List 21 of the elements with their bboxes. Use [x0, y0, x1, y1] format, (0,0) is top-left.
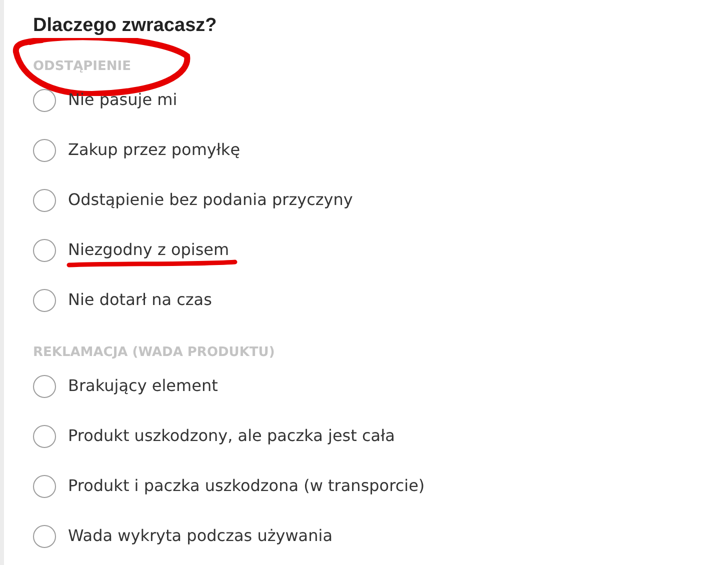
radio-button[interactable]	[33, 288, 56, 312]
option-label[interactable]: Nie dotarł na czas	[68, 290, 212, 309]
radio-button[interactable]	[33, 524, 56, 548]
radio-button[interactable]	[33, 424, 56, 448]
radio-button[interactable]	[33, 474, 56, 498]
radio-button[interactable]	[33, 138, 56, 162]
option-label[interactable]: Zakup przez pomyłkę	[68, 140, 240, 159]
option-label[interactable]: Produkt uszkodzony, ale paczka jest cała	[68, 426, 395, 445]
section-heading: ODSTĄPIENIE	[33, 58, 131, 76]
option-label[interactable]: Produkt i paczka uszkodzona (w transporcie)	[68, 476, 425, 495]
option-label[interactable]: Brakujący element	[68, 376, 218, 395]
option-label[interactable]: Nie pasuje mi	[68, 90, 178, 109]
radio-button[interactable]	[33, 374, 56, 398]
radio-button[interactable]	[33, 188, 56, 212]
form-title: Dlaczego zwracasz?	[33, 14, 218, 38]
option-label[interactable]: Wada wykryta podczas używania	[68, 526, 332, 545]
radio-button[interactable]	[33, 88, 56, 112]
option-label[interactable]: Odstąpienie bez podania przyczyny	[68, 190, 353, 209]
section-heading: REKLAMACJA (WADA PRODUKTU)	[33, 344, 275, 362]
option-label[interactable]: Niezgodny z opisem	[68, 240, 230, 259]
radio-button[interactable]	[33, 238, 56, 262]
